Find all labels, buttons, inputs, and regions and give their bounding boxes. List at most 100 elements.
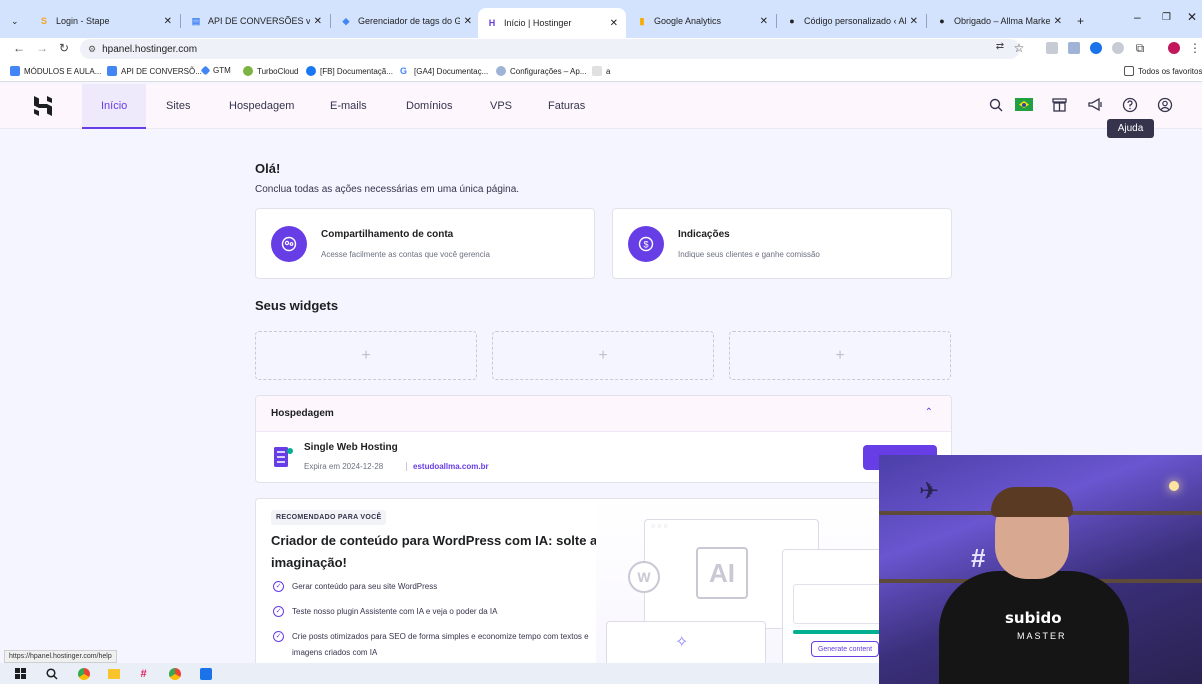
bookmark-item[interactable]: G [GA4] Documentaç... — [400, 66, 488, 76]
recommended-badge: RECOMENDADO PARA VOCÊ — [271, 510, 387, 525]
restore-icon[interactable]: ❐ — [1162, 12, 1171, 23]
browser-tab-obrigado[interactable]: ● Obrigado – Allma Marketing ✕ — [928, 8, 1070, 34]
gtm-favicon-icon: ◆ — [342, 15, 350, 26]
hosting-domain-link[interactable]: estudoallma.com.br — [406, 462, 489, 471]
browser-tab-gtm[interactable]: ◆ Gerenciador de tags do Goog ✕ — [332, 8, 480, 34]
add-widget-slot[interactable]: + — [729, 331, 951, 380]
help-tooltip: Ajuda — [1107, 119, 1154, 138]
feature-item: ✓ Teste nosso plugin Assistente com IA e… — [273, 604, 593, 620]
add-widget-slot[interactable]: + — [255, 331, 477, 380]
hosting-title: Hospedagem — [271, 408, 334, 419]
nav-vps[interactable]: VPS — [490, 100, 512, 112]
chevron-up-icon[interactable]: ⌃ — [925, 407, 933, 418]
search-icon[interactable] — [44, 666, 59, 681]
chevron-down-icon: ⌄ — [11, 15, 19, 26]
facebook-icon — [306, 66, 316, 76]
forward-icon[interactable]: → — [35, 41, 49, 55]
bookmark-item[interactable]: Configurações – Ap... — [496, 66, 587, 76]
site-info-icon[interactable]: ⚙ — [88, 44, 96, 55]
plus-icon: + — [598, 346, 608, 364]
browser-tab-api[interactable]: ▤ API DE CONVERSÕES v2.1 - D ✕ — [182, 8, 330, 34]
recommendation-title: Criador de conteúdo para WordPress com I… — [271, 533, 598, 570]
docs-favicon-icon: ▤ — [191, 15, 201, 26]
widgets-section-title: Seus widgets — [255, 298, 339, 313]
brazil-flag-icon[interactable] — [1015, 98, 1033, 111]
user-account-icon[interactable] — [1156, 96, 1174, 114]
check-circle-icon: ✓ — [273, 631, 284, 642]
nav-sites[interactable]: Sites — [166, 100, 190, 112]
allma-favicon-icon: ● — [939, 16, 945, 26]
add-widget-slot[interactable]: + — [492, 331, 714, 380]
referrals-card[interactable]: $ Indicações Indique seus clientes e gan… — [612, 208, 952, 279]
account-sharing-icon — [271, 226, 307, 262]
bookmark-item[interactable]: TurboCloud — [243, 66, 299, 76]
address-bar[interactable]: ⚙ hpanel.hostinger.com — [80, 39, 1020, 59]
back-icon[interactable]: ← — [12, 41, 26, 55]
new-tab-button[interactable]: + — [1072, 8, 1094, 34]
menu-icon[interactable]: ⋮ — [1188, 41, 1202, 55]
ai-label: AI — [709, 557, 735, 588]
close-window-icon[interactable]: ✕ — [1187, 10, 1197, 24]
chrome-profile-icon[interactable] — [167, 666, 182, 681]
store-icon[interactable] — [1050, 96, 1068, 114]
extensions-puzzle-icon[interactable]: ⧉ — [1133, 41, 1147, 56]
minimize-icon[interactable]: – — [1134, 10, 1141, 24]
slack-icon[interactable]: # — [136, 666, 151, 681]
bookmark-item[interactable]: [FB] Documentaçã... — [306, 66, 393, 76]
nav-inicio[interactable]: Início — [101, 100, 127, 112]
wordpress-logo-icon: W — [628, 561, 660, 593]
extension-icon[interactable] — [1046, 42, 1058, 54]
close-icon[interactable]: ✕ — [1054, 16, 1062, 27]
nav-faturas[interactable]: Faturas — [548, 100, 585, 112]
browser-tab-stape[interactable]: S Login - Stape ✕ — [30, 8, 180, 34]
browser-tab-hostinger[interactable]: H Início | Hostinger ✕ — [478, 8, 626, 38]
help-icon[interactable] — [1121, 96, 1139, 114]
plus-icon: + — [361, 346, 371, 364]
account-sharing-card[interactable]: Compartilhamento de conta Acesse facilme… — [255, 208, 595, 279]
extension-icon[interactable] — [1112, 42, 1124, 54]
tab-title: Gerenciador de tags do Goog — [358, 16, 460, 26]
hostinger-logo[interactable] — [34, 96, 52, 116]
close-icon[interactable]: ✕ — [164, 16, 172, 27]
browser-tab-custom-code[interactable]: ● Código personalizado ‹ Allma ✕ — [778, 8, 926, 34]
tab-title: Login - Stape — [56, 16, 110, 26]
bookmark-item[interactable]: API DE CONVERSÕ... — [107, 66, 202, 76]
translate-icon[interactable]: ⇄ — [993, 41, 1007, 52]
close-icon[interactable]: ✕ — [760, 16, 768, 27]
gtm-icon — [200, 65, 211, 76]
bookmark-item[interactable]: GTM — [200, 65, 231, 76]
browser-tab-analytics[interactable]: ▮ Google Analytics ✕ — [628, 8, 776, 34]
generate-content-illustration: Generate content — [811, 641, 879, 657]
bookmark-item[interactable]: MÓDULOS E AULA... — [10, 66, 101, 76]
profile-avatar[interactable] — [1168, 42, 1180, 54]
all-bookmarks[interactable]: Todos os favoritos — [1124, 66, 1202, 76]
nav-hospedagem[interactable]: Hospedagem — [229, 100, 294, 112]
windows-start-icon[interactable] — [13, 666, 28, 681]
reload-icon[interactable]: ↻ — [57, 41, 71, 55]
browser-toolbar: ← → ↻ ⚙ hpanel.hostinger.com ⇄ ☆ ⧉ ⋮ — [0, 38, 1202, 60]
chrome-icon[interactable] — [76, 666, 91, 681]
nav-emails[interactable]: E-mails — [330, 100, 367, 112]
megaphone-icon[interactable] — [1086, 96, 1104, 114]
close-icon[interactable]: ✕ — [464, 16, 472, 27]
folder-icon — [1124, 66, 1134, 76]
presenter-hair — [991, 487, 1073, 517]
close-icon[interactable]: ✕ — [314, 16, 322, 27]
check-circle-icon: ✓ — [273, 581, 284, 592]
hosting-card-header[interactable]: Hospedagem ⌃ — [256, 396, 951, 432]
photos-icon[interactable] — [198, 666, 213, 681]
close-icon[interactable]: ✕ — [910, 16, 918, 27]
hosting-expiry: Expira em 2024-12-28 — [304, 462, 384, 471]
card-subtitle: Indique seus clientes e ganhe comissão — [678, 250, 820, 259]
nav-dominios[interactable]: Domínios — [406, 100, 452, 112]
search-icon[interactable] — [987, 96, 1005, 114]
close-icon[interactable]: ✕ — [610, 18, 618, 29]
browser-tab-strip: ⌄ S Login - Stape ✕ ▤ API DE CONVERSÕES … — [0, 0, 1202, 38]
page-title: Olá! — [255, 161, 281, 176]
extension-icon[interactable] — [1090, 42, 1102, 54]
bookmark-item[interactable]: a — [592, 66, 610, 76]
tab-list-button[interactable]: ⌄ — [6, 8, 28, 34]
file-explorer-icon[interactable] — [106, 666, 121, 681]
extension-icon[interactable] — [1068, 42, 1080, 54]
star-icon[interactable]: ☆ — [1012, 41, 1026, 55]
